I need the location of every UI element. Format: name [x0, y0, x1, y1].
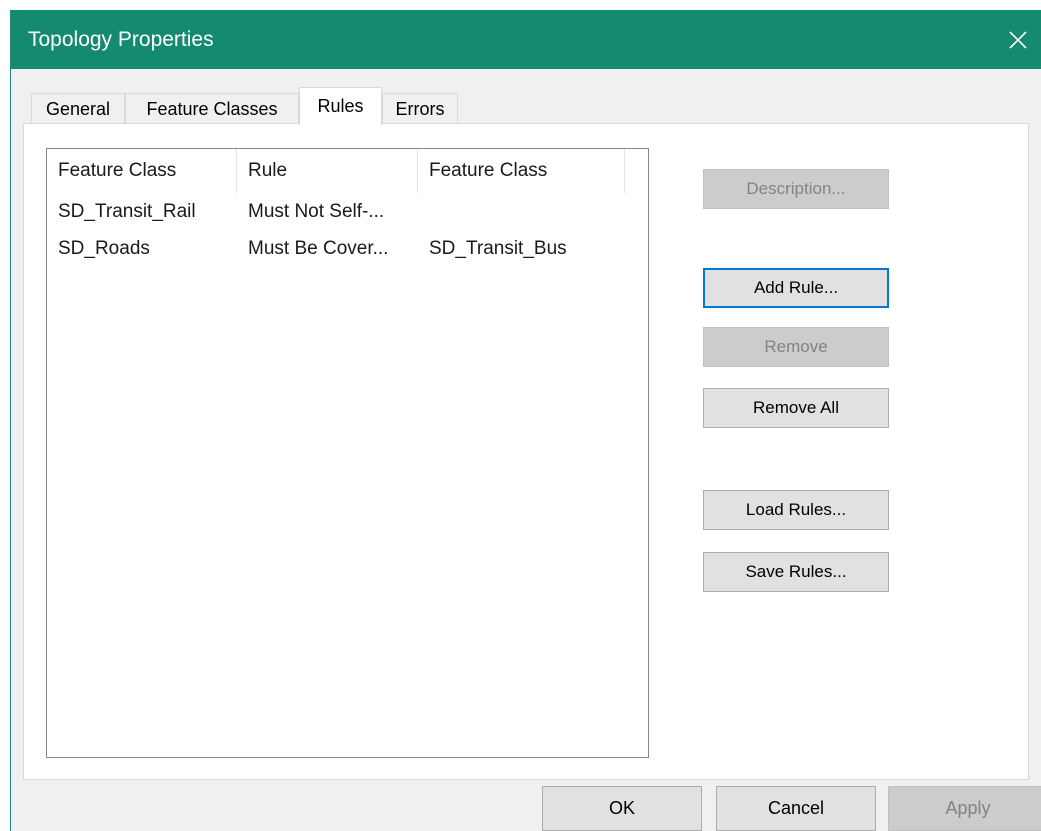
row-feature-class-2 [418, 193, 625, 230]
remove-button[interactable]: Remove [703, 327, 889, 367]
row-rule: Must Not Self-... [248, 200, 385, 222]
apply-button[interactable]: Apply [888, 786, 1041, 831]
cancel-button[interactable]: Cancel [716, 786, 876, 831]
add-rule-button[interactable]: Add Rule... [703, 268, 889, 308]
dialog-title: Topology Properties [28, 28, 214, 51]
row-feature-class-2: SD_Transit_Bus [429, 237, 567, 259]
load-rules-button[interactable]: Load Rules... [703, 490, 889, 530]
topology-properties-dialog: Topology Properties General Feature Clas… [10, 10, 1041, 831]
remove-all-button[interactable]: Remove All [703, 388, 889, 428]
column-header-rule[interactable]: Rule [237, 149, 418, 193]
row-feature-class: SD_Transit_Rail [58, 200, 196, 222]
description-button[interactable]: Description... [703, 169, 889, 209]
row-rule: Must Be Cover... [248, 237, 389, 259]
tab-rules[interactable]: Rules [299, 87, 382, 125]
close-button[interactable] [995, 10, 1041, 69]
rules-list-header: Feature Class Rule Feature Class [47, 149, 648, 193]
table-row[interactable]: SD_Transit_Rail Must Not Self-... [47, 193, 648, 230]
column-header-feature-class[interactable]: Feature Class [47, 149, 237, 193]
row-feature-class: SD_Roads [58, 237, 150, 259]
tab-feature-classes[interactable]: Feature Classes [125, 93, 299, 124]
column-header-feature-class-2[interactable]: Feature Class [418, 149, 625, 193]
tab-errors[interactable]: Errors [382, 93, 458, 124]
save-rules-button[interactable]: Save Rules... [703, 552, 889, 592]
tab-general[interactable]: General [31, 93, 125, 124]
title-bar[interactable]: Topology Properties [11, 10, 1041, 69]
ok-button[interactable]: OK [542, 786, 702, 831]
table-row[interactable]: SD_Roads Must Be Cover... SD_Transit_Bus [47, 230, 648, 267]
rules-list[interactable]: Feature Class Rule Feature Class SD_Tran… [46, 148, 649, 758]
rules-tab-panel: Feature Class Rule Feature Class SD_Tran… [23, 123, 1029, 780]
close-icon [1009, 30, 1027, 49]
